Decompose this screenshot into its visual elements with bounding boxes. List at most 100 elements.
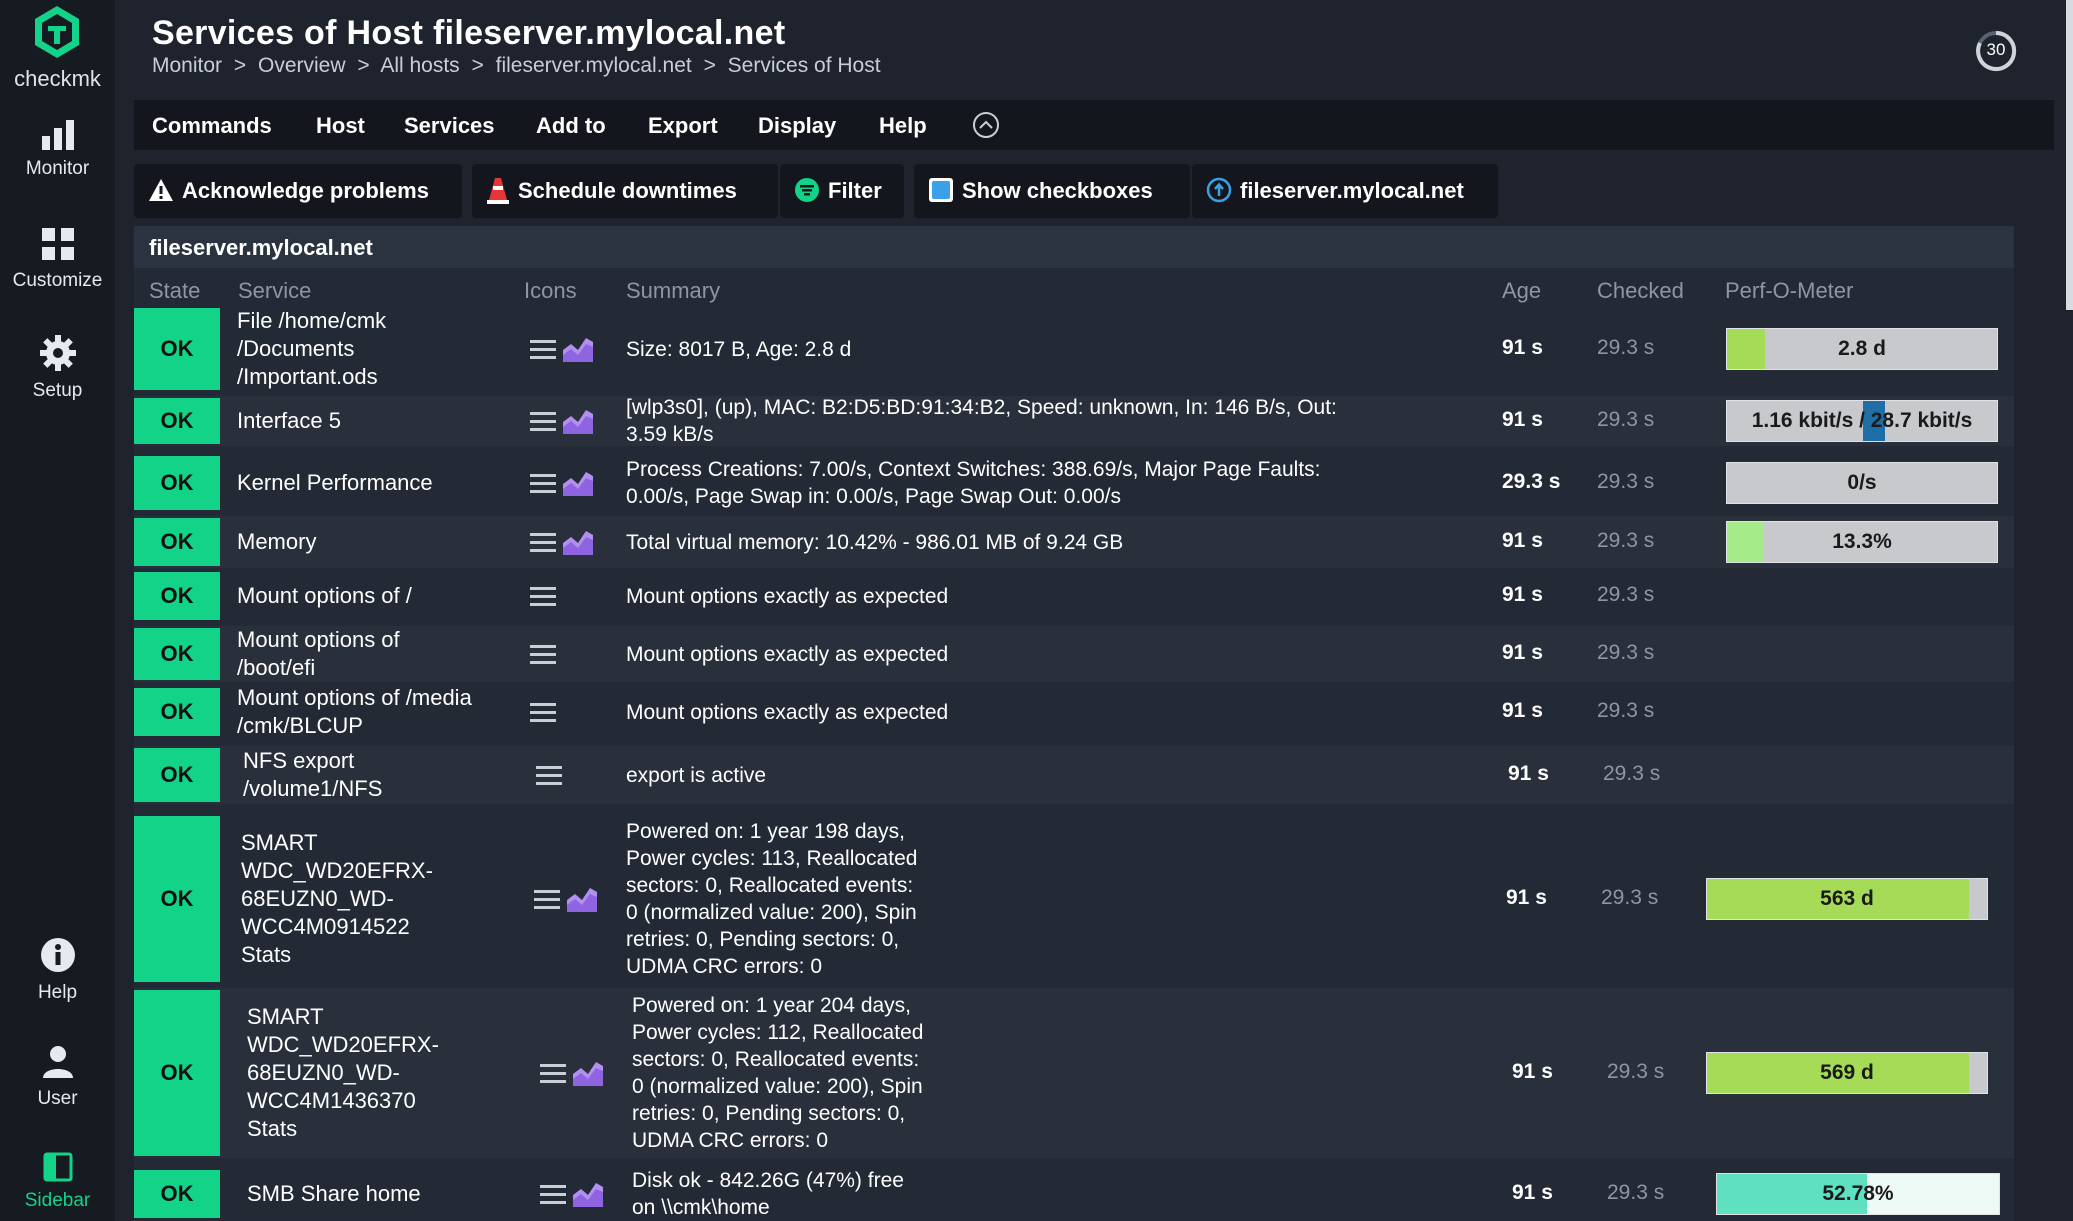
- action-menu-icon[interactable]: [528, 407, 558, 435]
- table-row[interactable]: OK SMB Share home Disk ok - 842.26G (47%) …: [134, 1168, 2014, 1220]
- service-summary: Mount options exactly as expected: [626, 583, 948, 610]
- summary-line: Power cycles: 113, Reallocated: [626, 847, 918, 870]
- col-perf-o-meter[interactable]: Perf-O-Meter: [1725, 278, 1853, 304]
- menu-help[interactable]: Help: [879, 113, 927, 139]
- schedule-downtimes-button[interactable]: Schedule downtimes: [472, 164, 778, 218]
- graph-icon[interactable]: [562, 469, 594, 497]
- service-name-line: WCC4M0914522: [241, 914, 410, 939]
- service-name[interactable]: Mount options of /media/cmk/BLCUP: [237, 684, 472, 740]
- col-checked[interactable]: Checked: [1597, 278, 1684, 304]
- graph-icon[interactable]: [572, 1059, 604, 1087]
- table-row[interactable]: OK Mount options of /media/cmk/BLCUP Mount…: [134, 684, 2014, 740]
- col-icons: Icons: [524, 278, 577, 303]
- perf-o-meter[interactable]: 52.78%: [1716, 1173, 2000, 1215]
- summary-line: Process Creations: 7.00/s, Context Switc…: [626, 458, 1321, 481]
- graph-icon[interactable]: [566, 885, 598, 913]
- breadcrumb-item-all-hosts[interactable]: All hosts: [380, 54, 459, 77]
- menu-export[interactable]: Export: [648, 113, 718, 139]
- action-menu-icon[interactable]: [528, 528, 558, 556]
- host-label: fileserver.mylocal.net: [1240, 178, 1464, 203]
- perf-o-meter-value: 2.8 d: [1838, 337, 1886, 360]
- service-name[interactable]: NFS export/volume1/NFS: [243, 747, 382, 803]
- service-name[interactable]: Mount options of /: [237, 582, 412, 610]
- table-row[interactable]: OK SMART WDC_WD20EFRX- 68EUZN0_WD- WCC4M0914…: [134, 814, 2014, 984]
- sidebar-item-user[interactable]: User: [0, 1044, 115, 1110]
- breadcrumb-item-host[interactable]: fileserver.mylocal.net: [496, 54, 692, 77]
- service-name[interactable]: SMART WDC_WD20EFRX- 68EUZN0_WD- WCC4M091452…: [241, 829, 433, 969]
- graph-icon[interactable]: [562, 528, 594, 556]
- breadcrumb-item-monitor[interactable]: Monitor: [152, 54, 222, 77]
- sidebar-item-monitor[interactable]: Monitor: [0, 118, 115, 180]
- menu-commands[interactable]: Commands: [152, 113, 272, 139]
- service-checked: 29.3 s: [1597, 408, 1655, 431]
- col-age[interactable]: Age: [1502, 278, 1541, 304]
- action-menu-icon[interactable]: [538, 1180, 568, 1208]
- perf-o-meter[interactable]: 563 d: [1706, 878, 1988, 920]
- perf-o-meter[interactable]: 1.16 kbit/s / 28.7 kbit/s: [1726, 400, 1998, 442]
- sidebar-item-sidebar[interactable]: Sidebar: [0, 1152, 115, 1212]
- service-name[interactable]: Interface 5: [237, 407, 341, 435]
- service-name[interactable]: SMB Share home: [247, 1180, 421, 1208]
- table-row[interactable]: OK Kernel Performance Process Creations: 7…: [134, 454, 2014, 512]
- perf-o-meter[interactable]: 0/s: [1726, 462, 1998, 504]
- sidebar-item-customize[interactable]: Customize: [0, 226, 115, 292]
- graph-icon[interactable]: [572, 1180, 604, 1208]
- service-name-line: WDC_WD20EFRX-: [247, 1032, 439, 1057]
- table-row[interactable]: OK NFS export/volume1/NFS export is active…: [134, 746, 2014, 804]
- menu-display[interactable]: Display: [758, 113, 836, 139]
- table-row[interactable]: OK Mount options of/boot/efi Mount options…: [134, 626, 2014, 682]
- graph-icon[interactable]: [562, 407, 594, 435]
- service-name[interactable]: Memory: [237, 528, 316, 556]
- table-row[interactable]: OK Interface 5 [wlp3s0], (up), MAC: B2:D5:…: [134, 396, 2014, 446]
- menu-host[interactable]: Host: [316, 113, 365, 139]
- action-menu-icon[interactable]: [528, 698, 558, 726]
- row-icons: [538, 1059, 604, 1087]
- service-name[interactable]: SMART WDC_WD20EFRX- 68EUZN0_WD- WCC4M143637…: [247, 1003, 439, 1143]
- service-summary: [wlp3s0], (up), MAC: B2:D5:BD:91:34:B2, …: [626, 394, 1337, 448]
- action-menu-icon[interactable]: [532, 885, 562, 913]
- filter-label: Filter: [828, 178, 882, 203]
- col-service[interactable]: Service: [238, 278, 311, 304]
- service-summary: Mount options exactly as expected: [626, 641, 948, 668]
- action-menu-icon[interactable]: [528, 582, 558, 610]
- checkmk-logo[interactable]: checkmk: [0, 0, 115, 100]
- host-link-button[interactable]: fileserver.mylocal.net: [1192, 164, 1498, 218]
- service-name[interactable]: Kernel Performance: [237, 469, 433, 497]
- breadcrumb-item-overview[interactable]: Overview: [258, 54, 346, 77]
- perf-o-meter[interactable]: 13.3%: [1726, 521, 1998, 563]
- perf-o-meter[interactable]: 2.8 d: [1726, 328, 1998, 370]
- sidebar-item-setup[interactable]: Setup: [0, 334, 115, 402]
- summary-line: Size: 8017 B, Age: 2.8 d: [626, 337, 852, 361]
- acknowledge-problems-button[interactable]: Acknowledge problems: [134, 164, 462, 218]
- show-checkboxes-button[interactable]: Show checkboxes: [914, 164, 1190, 218]
- action-menu-icon[interactable]: [538, 1059, 568, 1087]
- service-name-line: 68EUZN0_WD-: [241, 886, 394, 911]
- table-row[interactable]: OK Memory Total virtual memory: 10.42% - 9…: [134, 516, 2014, 568]
- summary-line: UDMA CRC errors: 0: [626, 955, 823, 978]
- chevron-up-icon[interactable]: [972, 111, 1000, 139]
- col-state[interactable]: State: [149, 278, 200, 304]
- action-menu-icon[interactable]: [528, 640, 558, 668]
- action-menu-icon[interactable]: [534, 761, 564, 789]
- sidebar-item-help[interactable]: Help: [0, 936, 115, 1004]
- table-row[interactable]: OK SMART WDC_WD20EFRX- 68EUZN0_WD- WCC4M1436…: [134, 988, 2014, 1158]
- action-menu-icon[interactable]: [528, 335, 558, 363]
- table-row[interactable]: OK Mount options of / Mount options exactl…: [134, 570, 2014, 622]
- page-scrollbar[interactable]: [2066, 0, 2073, 310]
- row-icons: [538, 1180, 604, 1208]
- service-name-line: Stats: [241, 942, 292, 967]
- host-name[interactable]: fileserver.mylocal.net: [149, 235, 373, 261]
- filter-button[interactable]: Filter: [780, 164, 904, 218]
- col-summary[interactable]: Summary: [626, 278, 720, 304]
- table-row[interactable]: OK File /home/cmk/Documents/Important.ods…: [134, 306, 2014, 392]
- service-summary: Powered on: 1 year 198 days, Power cycles…: [626, 818, 917, 980]
- refresh-timer[interactable]: 30: [1975, 30, 2017, 72]
- menu-services[interactable]: Services: [404, 113, 495, 139]
- service-name[interactable]: Mount options of/boot/efi: [237, 626, 400, 682]
- action-menu-icon[interactable]: [528, 469, 558, 497]
- graph-icon[interactable]: [562, 335, 594, 363]
- summary-line: Mount options exactly as expected: [626, 700, 949, 724]
- menu-add-to[interactable]: Add to: [536, 113, 606, 139]
- service-name[interactable]: File /home/cmk/Documents/Important.ods: [237, 307, 386, 391]
- perf-o-meter[interactable]: 569 d: [1706, 1052, 1988, 1094]
